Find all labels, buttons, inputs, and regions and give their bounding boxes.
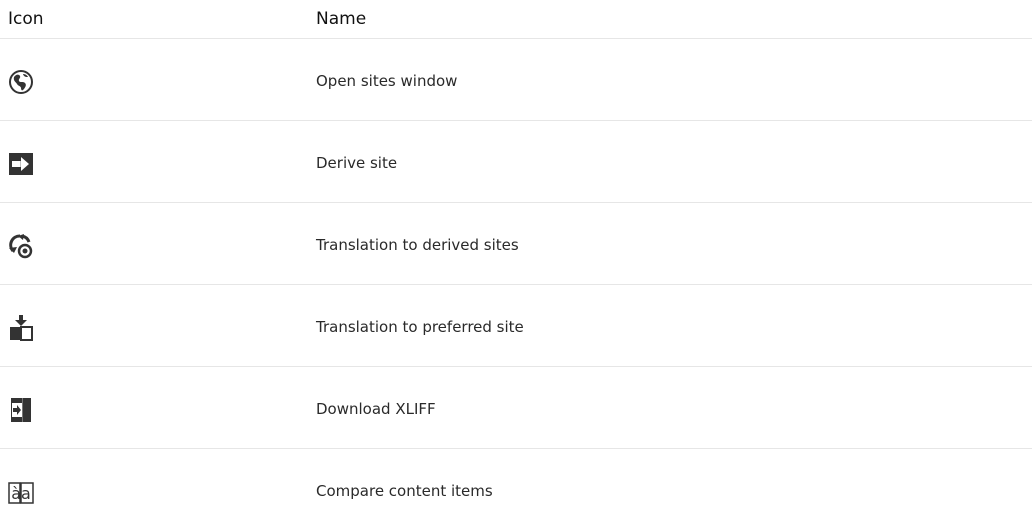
row-name: Download XLIFF: [316, 400, 436, 418]
table-row: Translation to preferred site: [0, 285, 1032, 367]
icon-cell: [0, 39, 308, 121]
compare-icon-text: àa: [11, 484, 31, 503]
icon-cell: [0, 121, 308, 203]
icon-cell: [0, 203, 308, 285]
row-name: Translation to derived sites: [316, 236, 519, 254]
derive-site-icon: [8, 151, 34, 177]
table-header-row: Icon Name: [0, 0, 1032, 39]
row-name: Open sites window: [316, 72, 458, 90]
translation-derived-sites-icon: [8, 233, 34, 259]
table-row: Download XLIFF: [0, 367, 1032, 449]
header-icon: Icon: [8, 9, 44, 29]
icon-cell: àa: [0, 449, 308, 515]
header-name: Name: [316, 9, 367, 29]
row-name: Translation to preferred site: [316, 318, 524, 336]
compare-content-items-icon: àa: [8, 479, 34, 505]
table-row: Open sites window: [0, 39, 1032, 121]
icons-table: Icon Name Open sites window Derive site …: [0, 0, 1032, 515]
translation-preferred-site-icon: [8, 315, 34, 341]
globe-icon: [8, 69, 34, 95]
table-row: Translation to derived sites: [0, 203, 1032, 285]
table-row: Derive site: [0, 121, 1032, 203]
icon-cell: [0, 285, 308, 367]
download-xliff-icon: [8, 397, 34, 423]
row-name: Compare content items: [316, 482, 493, 500]
row-name: Derive site: [316, 154, 398, 172]
icon-cell: [0, 367, 308, 449]
table-row: àa Compare content items: [0, 449, 1032, 515]
